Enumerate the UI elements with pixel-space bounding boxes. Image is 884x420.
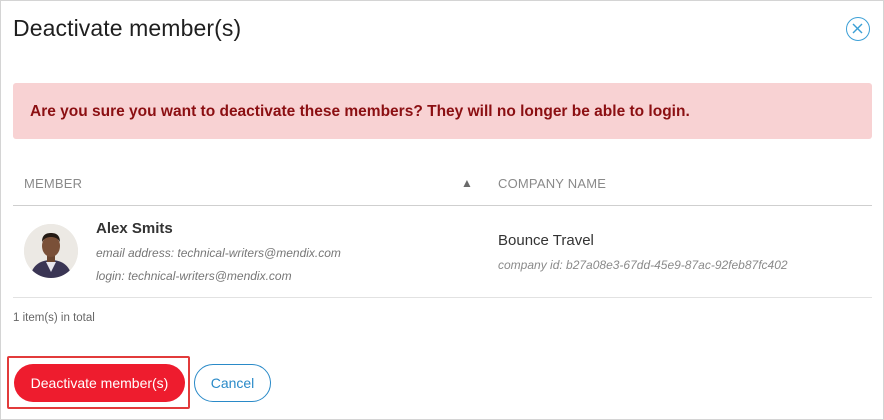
sort-ascending-icon[interactable]: ▲	[461, 176, 473, 190]
cancel-button[interactable]: Cancel	[194, 364, 271, 402]
items-total: 1 item(s) in total	[13, 312, 95, 324]
deactivate-members-button[interactable]: Deactivate member(s)	[14, 364, 185, 402]
close-icon	[852, 23, 863, 34]
member-name: Alex Smits	[96, 220, 173, 237]
row-divider	[13, 297, 872, 298]
column-header-member[interactable]: MEMBER	[24, 176, 82, 191]
warning-alert: Are you sure you want to deactivate thes…	[13, 83, 872, 139]
header-divider	[13, 205, 872, 206]
company-name: Bounce Travel	[498, 232, 594, 249]
close-button[interactable]	[846, 17, 870, 41]
member-login: login: technical-writers@mendix.com	[96, 269, 292, 283]
column-header-company-name[interactable]: COMPANY NAME	[498, 176, 606, 191]
dialog-title: Deactivate member(s)	[13, 15, 242, 41]
company-id: company id: b27a08e3-67dd-45e9-87ac-92fe…	[498, 258, 788, 272]
avatar	[24, 224, 78, 278]
alert-message: Are you sure you want to deactivate thes…	[30, 103, 690, 120]
member-email: email address: technical-writers@mendix.…	[96, 246, 341, 260]
deactivate-members-dialog: Deactivate member(s) Are you sure you wa…	[0, 0, 884, 420]
